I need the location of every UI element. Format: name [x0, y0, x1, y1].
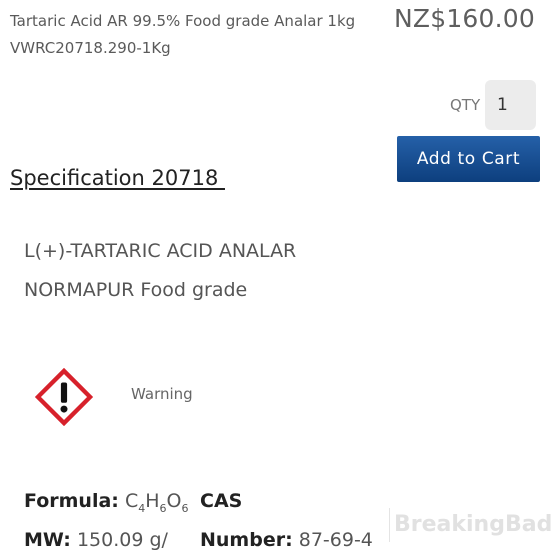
product-page: Tartaric Acid AR 99.5% Food grade Analar…	[0, 0, 553, 552]
cas-number-value: 87-69-4	[298, 529, 373, 551]
watermark-logo: BreakingBad	[389, 508, 552, 542]
formula-value: C4H6O6	[124, 490, 189, 515]
product-price: NZ$160.00	[393, 4, 535, 33]
cas-label: CAS	[200, 490, 243, 512]
mw-label: MW:	[24, 529, 71, 551]
cas-number-row: Number: 87-69-4	[200, 529, 373, 551]
mw-value: 150.09 g/	[76, 529, 168, 551]
formula-row: Formula: C4H6O6	[24, 490, 188, 515]
specification-heading: Specification 20718	[10, 166, 225, 190]
mw-row: MW: 150.09 g/	[24, 529, 168, 551]
description-line-1: L(+)-TARTARIC ACID ANALAR	[24, 240, 297, 262]
ghs-exclamation-icon	[35, 368, 93, 426]
product-title: Tartaric Acid AR 99.5% Food grade Analar…	[10, 8, 380, 62]
product-description: L(+)-TARTARIC ACID ANALAR NORMAPUR Food …	[24, 232, 296, 310]
cas-number-label: Number:	[200, 529, 293, 551]
qty-label: QTY	[450, 96, 481, 114]
hazard-signal-word: Warning	[131, 385, 193, 403]
product-sku: VWRC20718.290-1Kg	[10, 39, 171, 57]
add-to-cart-button[interactable]: Add to Cart	[397, 136, 540, 182]
product-name: Tartaric Acid AR 99.5% Food grade Analar…	[10, 12, 356, 30]
qty-input[interactable]	[485, 80, 536, 130]
description-line-2: NORMAPUR Food grade	[24, 279, 248, 301]
cas-row: CAS	[200, 490, 242, 512]
formula-label: Formula:	[24, 490, 119, 512]
